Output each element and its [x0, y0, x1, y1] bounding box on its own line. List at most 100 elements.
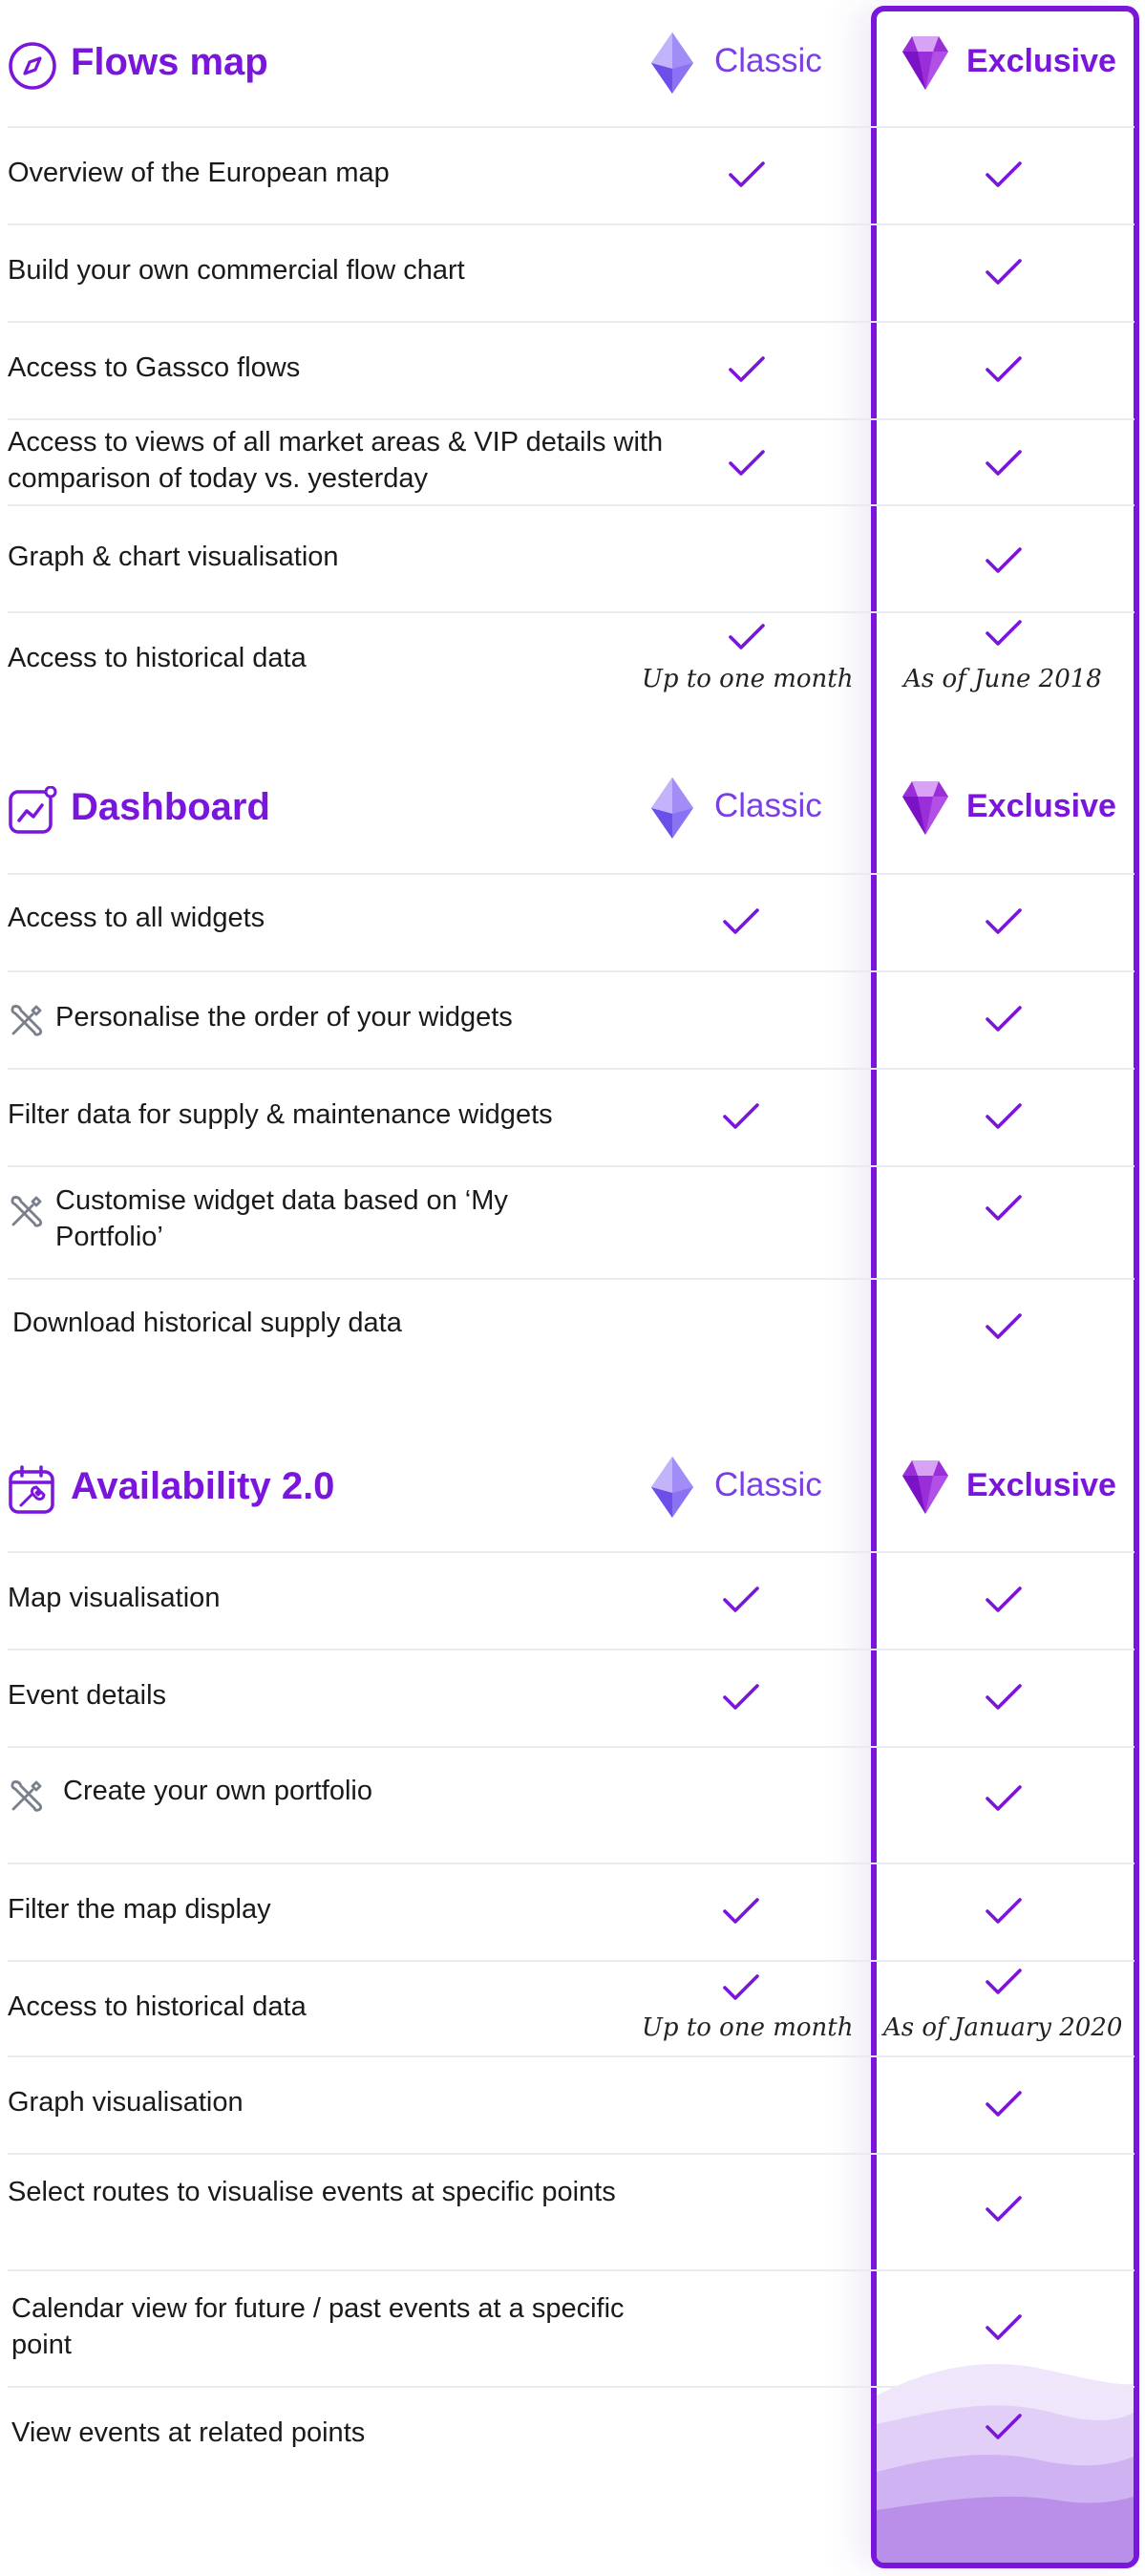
feature-row: Access to views of all market areas & VI… — [0, 418, 1145, 504]
feature-row: Build your own commercial flow chart — [0, 224, 1145, 321]
section-header: Flows map Classic Exclusive — [0, 0, 1145, 126]
exclusive-check-icon — [986, 356, 1022, 382]
chart-line-icon — [9, 786, 57, 834]
exclusive-plan-label: Exclusive — [966, 43, 1116, 79]
exclusive-check-icon — [986, 2314, 1022, 2340]
feature-row: Select routes to visualise events at spe… — [0, 2153, 1145, 2269]
exclusive-check-icon — [986, 1969, 1022, 1994]
feature-label: Access to historical data — [8, 1991, 307, 2022]
section-dashboard: Dashboard Classic Exclusive Access to al… — [0, 745, 1145, 1375]
feature-label: Event details — [8, 1680, 167, 1711]
feature-label: Filter data for supply & maintenance wid… — [8, 1099, 553, 1130]
feature-label: Access to all widgets — [8, 903, 265, 933]
feature-row: Create your own portfolio — [0, 1746, 1145, 1863]
feature-label: Customise widget data based on ‘My Portf… — [55, 1185, 508, 1252]
wrench-screwdriver-icon — [11, 1196, 43, 1227]
feature-row: Customise widget data based on ‘My Portf… — [0, 1165, 1145, 1278]
feature-row: Calendar view for future / past events a… — [0, 2269, 1145, 2386]
exclusive-check-icon — [986, 908, 1022, 934]
exclusive-check-icon — [986, 1195, 1022, 1221]
feature-row: Event details — [0, 1649, 1145, 1746]
classic-check-icon — [723, 1586, 759, 1612]
feature-label: Map visualisation — [8, 1583, 221, 1613]
feature-row: Filter data for supply & maintenance wid… — [0, 1068, 1145, 1165]
row-divider — [8, 1165, 1134, 1167]
row-divider — [8, 2153, 1134, 2155]
classic-check-icon — [723, 1898, 759, 1924]
classic-check-icon — [729, 450, 765, 476]
row-divider — [8, 1649, 1134, 1650]
feature-label: Calendar view for future / past events a… — [11, 2293, 625, 2360]
exclusive-check-icon — [986, 1103, 1022, 1129]
row-divider — [8, 611, 1134, 613]
exclusive-check-icon — [986, 1898, 1022, 1924]
feature-label: Graph visualisation — [8, 2087, 244, 2118]
feature-row: View events at related points — [0, 2386, 1145, 2491]
feature-label: Select routes to visualise events at spe… — [8, 2177, 616, 2207]
classic-plan-label: Classic — [714, 1466, 822, 1503]
classic-diamond-icon — [651, 32, 693, 94]
exclusive-note: As of January 2020 — [883, 2013, 1123, 2042]
feature-label: Personalise the order of your widgets — [55, 1002, 513, 1033]
row-divider — [8, 1278, 1134, 1280]
section-title: Availability 2.0 — [71, 1465, 335, 1507]
feature-label: Access to views of all market areas & VI… — [8, 427, 664, 494]
feature-label: Build your own commercial flow chart — [8, 255, 465, 286]
row-divider — [8, 321, 1134, 323]
wrench-screwdriver-icon — [11, 1005, 43, 1036]
classic-plan-label: Classic — [714, 787, 822, 824]
wrench-screwdriver-icon — [11, 1780, 43, 1812]
classic-plan-label: Classic — [714, 42, 822, 79]
section-flows-map: Flows map Classic Exclusive Overview of … — [0, 0, 1145, 697]
row-divider — [8, 970, 1134, 972]
feature-row: Access to all widgets — [0, 873, 1145, 970]
feature-row: Graph & chart visualisation — [0, 504, 1145, 611]
feature-row: Map visualisation — [0, 1551, 1145, 1649]
classic-diamond-icon — [651, 1457, 693, 1518]
feature-row: Download historical supply data — [0, 1278, 1145, 1373]
classic-note: Up to one month — [642, 665, 854, 693]
exclusive-check-icon — [986, 2196, 1022, 2222]
exclusive-check-icon — [986, 547, 1022, 573]
classic-check-icon — [729, 161, 765, 187]
section-availability: Availability 2.0 Classic Exclusive Map v… — [0, 1424, 1145, 2570]
feature-row: Access to historical data Up to one mont… — [0, 611, 1145, 707]
feature-label: View events at related points — [11, 2417, 366, 2448]
exclusive-check-icon — [986, 1313, 1022, 1339]
exclusive-gem-icon — [902, 781, 948, 835]
exclusive-check-icon — [986, 1586, 1022, 1612]
feature-row: Filter the map display — [0, 1863, 1145, 1960]
exclusive-gem-icon — [902, 1460, 948, 1514]
exclusive-check-icon — [986, 2414, 1022, 2439]
plan-comparison-page: Flows map Classic Exclusive Overview of … — [0, 0, 1145, 2576]
feature-label: Download historical supply data — [12, 1308, 402, 1338]
classic-diamond-icon — [651, 777, 693, 839]
row-divider — [8, 873, 1134, 875]
row-divider — [8, 2055, 1134, 2057]
feature-label: Graph & chart visualisation — [8, 542, 339, 572]
row-divider — [8, 418, 1134, 420]
exclusive-check-icon — [986, 1785, 1022, 1811]
row-divider — [8, 224, 1134, 225]
classic-check-icon — [723, 1684, 759, 1710]
section-title: Flows map — [71, 41, 268, 83]
exclusive-check-icon — [986, 2091, 1022, 2117]
feature-row: Access to Gassco flows — [0, 321, 1145, 418]
section-header: Dashboard Classic Exclusive — [0, 745, 1145, 871]
section-header: Availability 2.0 Classic Exclusive — [0, 1424, 1145, 1550]
feature-label: Create your own portfolio — [63, 1776, 372, 1806]
row-divider — [8, 504, 1134, 506]
feature-row: Access to historical data Up to one mont… — [0, 1960, 1145, 2055]
row-divider — [8, 1746, 1134, 1748]
exclusive-plan-label: Exclusive — [966, 788, 1116, 824]
row-divider — [8, 1863, 1134, 1864]
classic-check-icon — [723, 908, 759, 934]
exclusive-check-icon — [986, 161, 1022, 187]
feature-row: Personalise the order of your widgets — [0, 970, 1145, 1068]
exclusive-check-icon — [986, 1006, 1022, 1032]
feature-row: Graph visualisation — [0, 2055, 1145, 2153]
row-divider — [8, 1960, 1134, 1962]
row-divider — [8, 2269, 1134, 2271]
classic-check-icon — [723, 1103, 759, 1129]
feature-label: Access to historical data — [8, 643, 307, 673]
